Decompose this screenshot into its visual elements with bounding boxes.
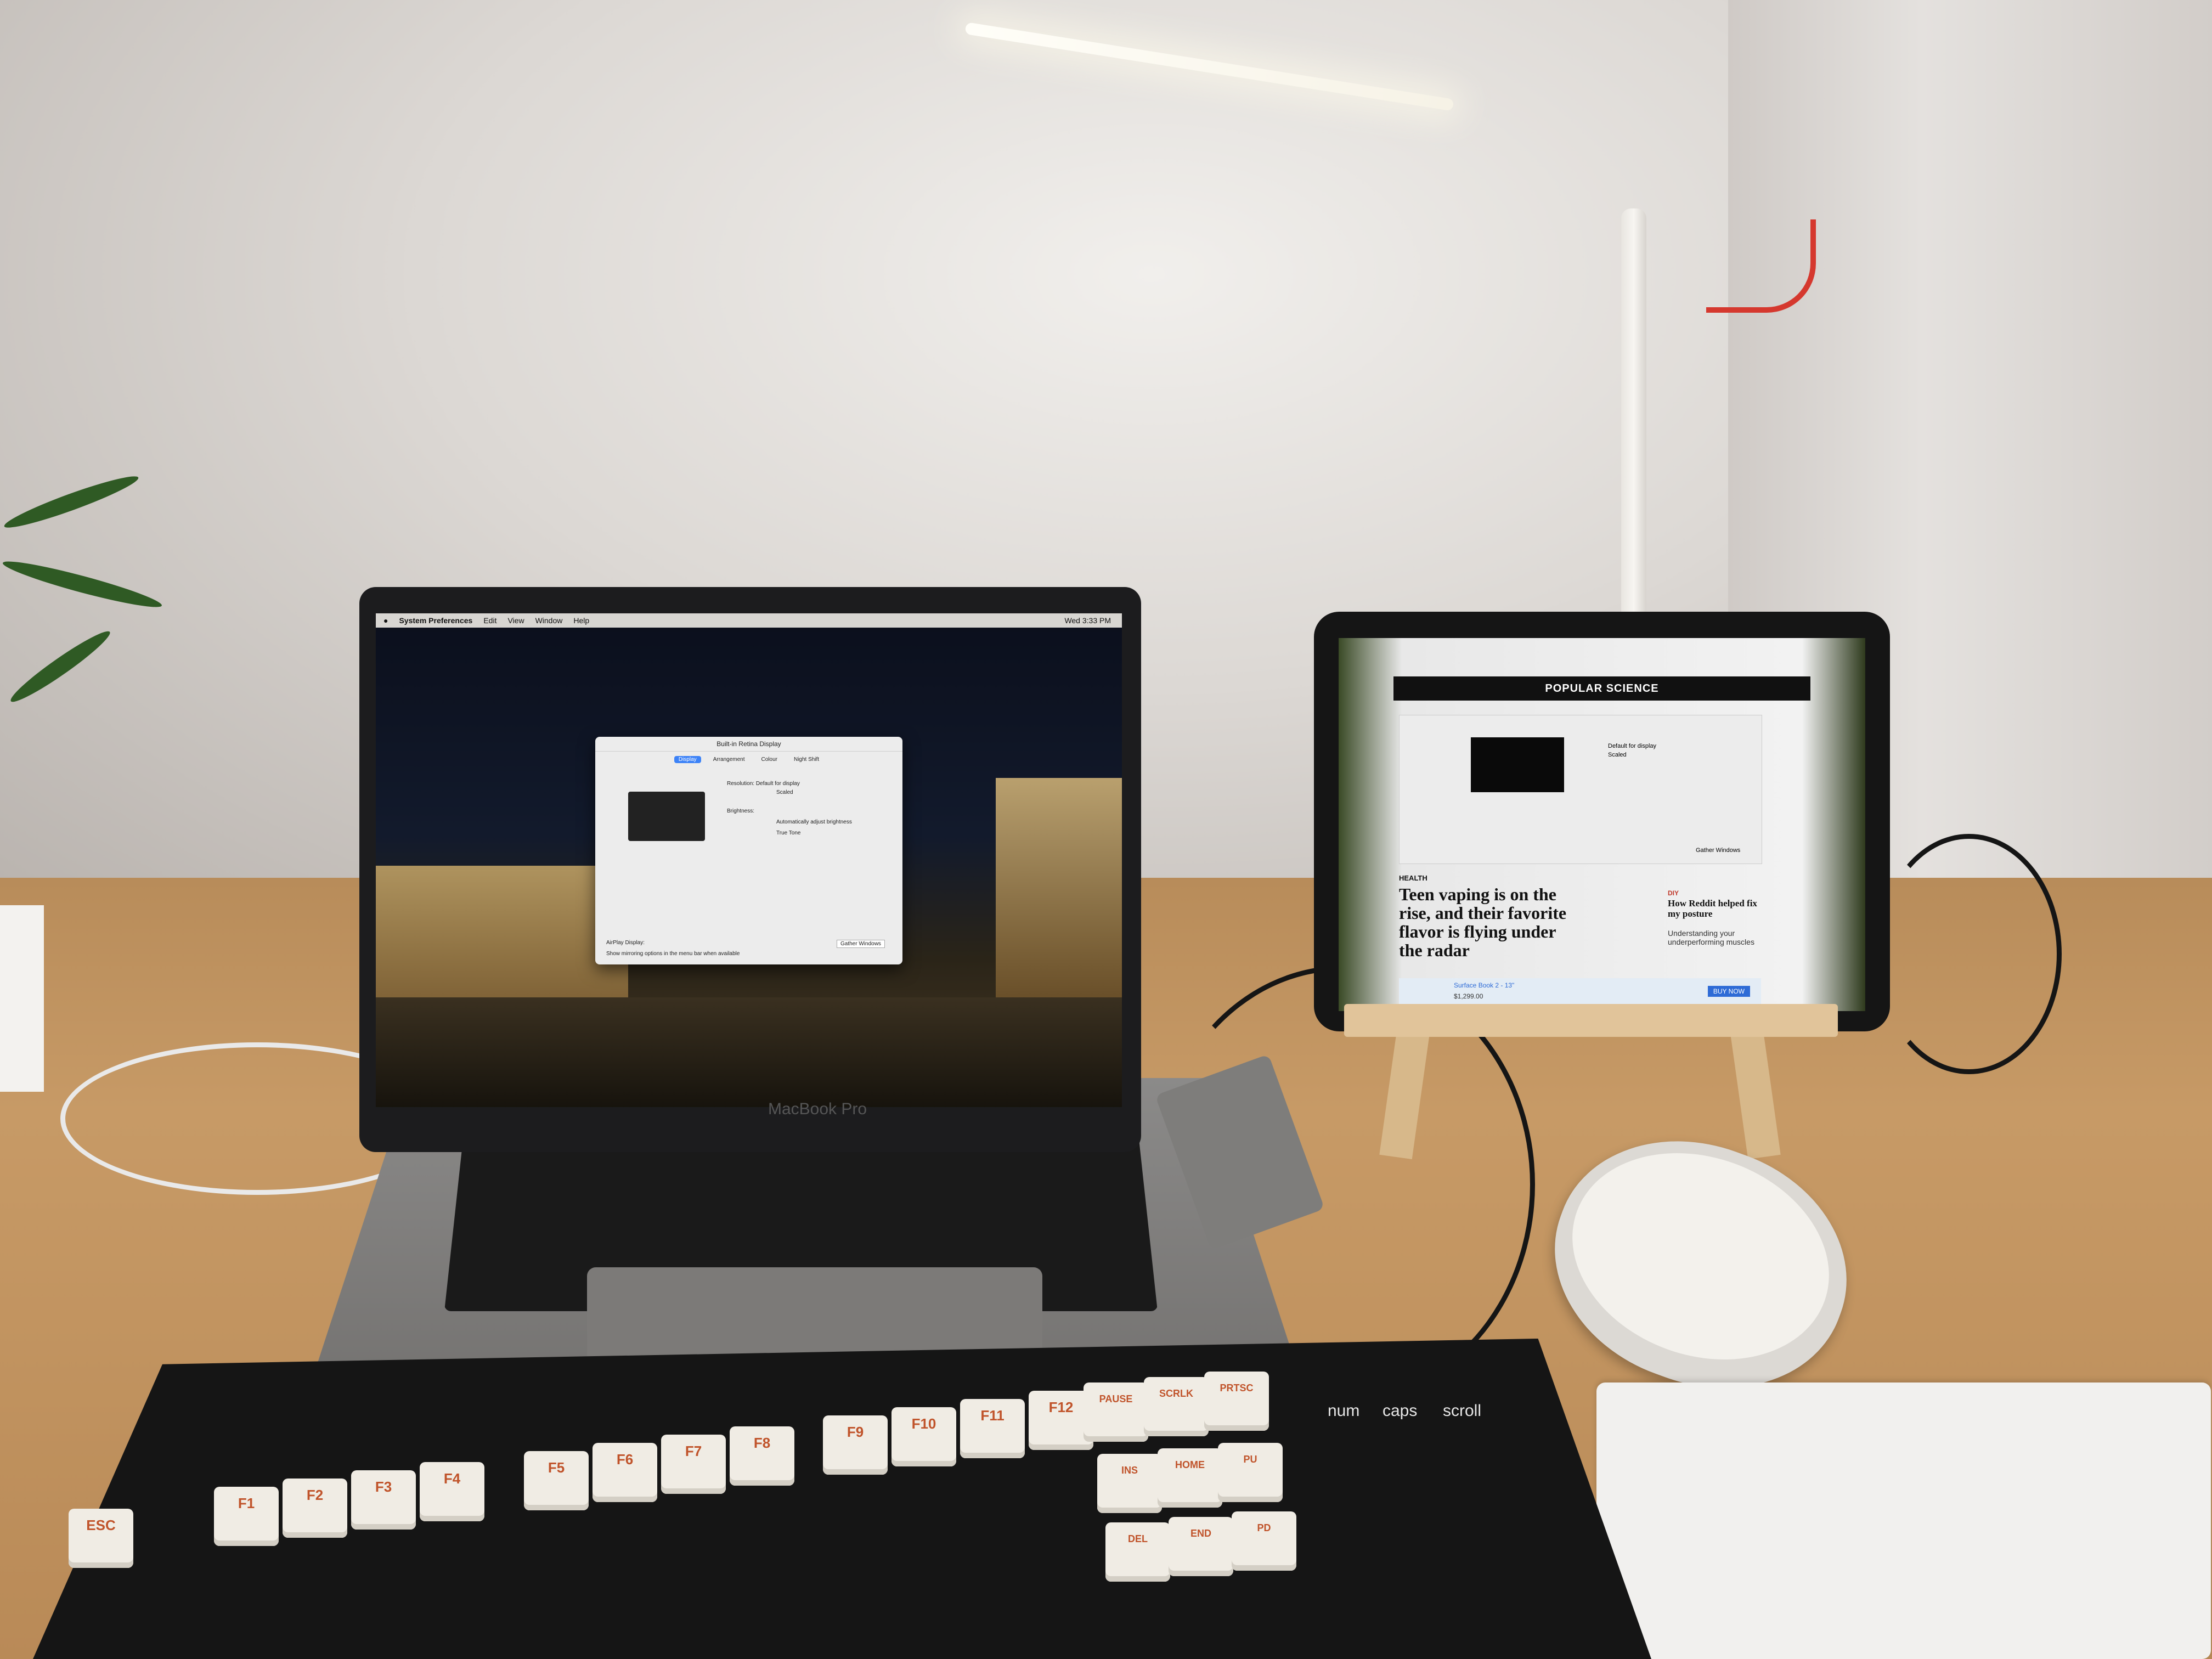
tab-colour[interactable]: Colour	[757, 756, 782, 763]
indicator-caps: caps	[1383, 1402, 1418, 1420]
key-scrlk[interactable]: SCRLK	[1144, 1377, 1209, 1436]
resolution-default-radio[interactable]: Default for display	[1608, 743, 1656, 749]
sidecar-display-preferences: Default for display Scaled Gather Window…	[1399, 715, 1762, 864]
key-f10[interactable]: F10	[891, 1407, 956, 1466]
tab-arrangement[interactable]: Arrangement	[709, 756, 749, 763]
key-f3[interactable]: F3	[351, 1470, 416, 1530]
site-header[interactable]: POPULAR SCIENCE	[1393, 676, 1810, 701]
desktop: ● System Preferences Edit View Window He…	[376, 613, 1122, 1107]
ipad: POPULAR SCIENCE Default for display Scal…	[1314, 612, 1890, 1031]
menu-item-edit[interactable]: Edit	[483, 616, 496, 625]
ipad-screen: POPULAR SCIENCE Default for display Scal…	[1339, 638, 1865, 1011]
display-preferences-window: Built-in Retina Display Display Arrangem…	[595, 737, 902, 964]
window-title: Built-in Retina Display	[595, 737, 902, 752]
key-f5[interactable]: F5	[524, 1451, 589, 1510]
side-tag[interactable]: DIY	[1668, 889, 1679, 897]
ad-price: $1,299.00	[1454, 992, 1483, 1000]
menu-clock[interactable]: Wed 3:33 PM	[1064, 616, 1111, 625]
section-label[interactable]: HEALTH	[1399, 874, 1427, 882]
apple-icon[interactable]: ●	[383, 616, 388, 625]
display-thumbnail	[1471, 737, 1564, 792]
wallpaper-building-right	[996, 778, 1122, 1008]
key-f1[interactable]: F1	[214, 1487, 279, 1546]
key-f7[interactable]: F7	[661, 1435, 726, 1494]
true-tone-checkbox[interactable]: True Tone	[776, 830, 800, 836]
plant-pot	[0, 905, 44, 1092]
key-pgdn[interactable]: PD	[1232, 1511, 1296, 1571]
menu-item-help[interactable]: Help	[573, 616, 589, 625]
resolution-scaled-radio[interactable]: Scaled	[1608, 752, 1627, 758]
side-subtitle: Understanding your underperforming muscl…	[1668, 929, 1754, 946]
lamp-cable	[1706, 219, 1816, 313]
easel-ledge	[1344, 1004, 1838, 1037]
resolution-scaled-radio[interactable]: Scaled	[776, 789, 793, 795]
wallpaper-river	[376, 997, 1122, 1107]
tab-night-shift[interactable]: Night Shift	[789, 756, 823, 763]
resolution-default-radio[interactable]: Default for display	[756, 781, 800, 787]
magic-trackpad[interactable]	[1596, 1383, 2211, 1659]
menu-app[interactable]: System Preferences	[399, 616, 472, 625]
side-headline[interactable]: How Reddit helped fix my posture	[1668, 898, 1767, 919]
mirroring-checkbox[interactable]: Show mirroring options in the menu bar w…	[606, 951, 740, 957]
key-f6[interactable]: F6	[592, 1443, 657, 1502]
menu-item-window[interactable]: Window	[535, 616, 563, 625]
resolution-row: Resolution: Default for display	[727, 781, 800, 787]
brightness-label: Brightness:	[727, 808, 755, 814]
indicator-num: num	[1328, 1402, 1360, 1420]
resolution-label: Resolution:	[727, 781, 755, 787]
laptop-screen: ● System Preferences Edit View Window He…	[359, 587, 1141, 1152]
ad-title: Surface Book 2 - 13"	[1454, 981, 1515, 989]
tab-bar: Display Arrangement Colour Night Shift	[595, 756, 902, 763]
key-home[interactable]: HOME	[1158, 1448, 1222, 1508]
gather-windows-button[interactable]: Gather Windows	[837, 940, 885, 948]
brightness-row: Brightness:	[727, 808, 754, 814]
airplay-label: AirPlay Display:	[606, 940, 645, 946]
key-f4[interactable]: F4	[420, 1462, 484, 1521]
key-prtsc[interactable]: PRTSC	[1204, 1372, 1269, 1431]
menu-item-view[interactable]: View	[507, 616, 524, 625]
menu-bar: ● System Preferences Edit View Window He…	[376, 613, 1122, 628]
ad-buy-button[interactable]: BUY NOW	[1707, 986, 1750, 997]
tab-display[interactable]: Display	[674, 756, 701, 763]
key-end[interactable]: END	[1169, 1517, 1233, 1576]
lamp-pole	[1621, 208, 1646, 625]
key-f9[interactable]: F9	[823, 1415, 888, 1475]
key-pgup[interactable]: PU	[1218, 1443, 1283, 1502]
gather-windows-button[interactable]: Gather Windows	[1696, 847, 1740, 854]
indicator-scroll: scroll	[1443, 1402, 1482, 1420]
ad-banner[interactable]: Surface Book 2 - 13" $1,299.00 BUY NOW	[1399, 978, 1761, 1006]
display-thumbnail	[628, 792, 705, 841]
key-del[interactable]: DEL	[1105, 1522, 1170, 1582]
key-ins[interactable]: INS	[1097, 1454, 1162, 1513]
article-headline[interactable]: Teen vaping is on the rise, and their fa…	[1399, 885, 1580, 960]
auto-brightness-checkbox[interactable]: Automatically adjust brightness	[776, 819, 852, 825]
key-pause[interactable]: PAUSE	[1084, 1383, 1148, 1442]
key-f8[interactable]: F8	[730, 1426, 794, 1486]
key-f11[interactable]: F11	[960, 1399, 1025, 1458]
key-f2[interactable]: F2	[283, 1479, 347, 1538]
key-esc[interactable]: ESC	[69, 1509, 133, 1568]
laptop-brand: MacBook Pro	[768, 1100, 867, 1118]
black-cable	[1876, 834, 2062, 1074]
